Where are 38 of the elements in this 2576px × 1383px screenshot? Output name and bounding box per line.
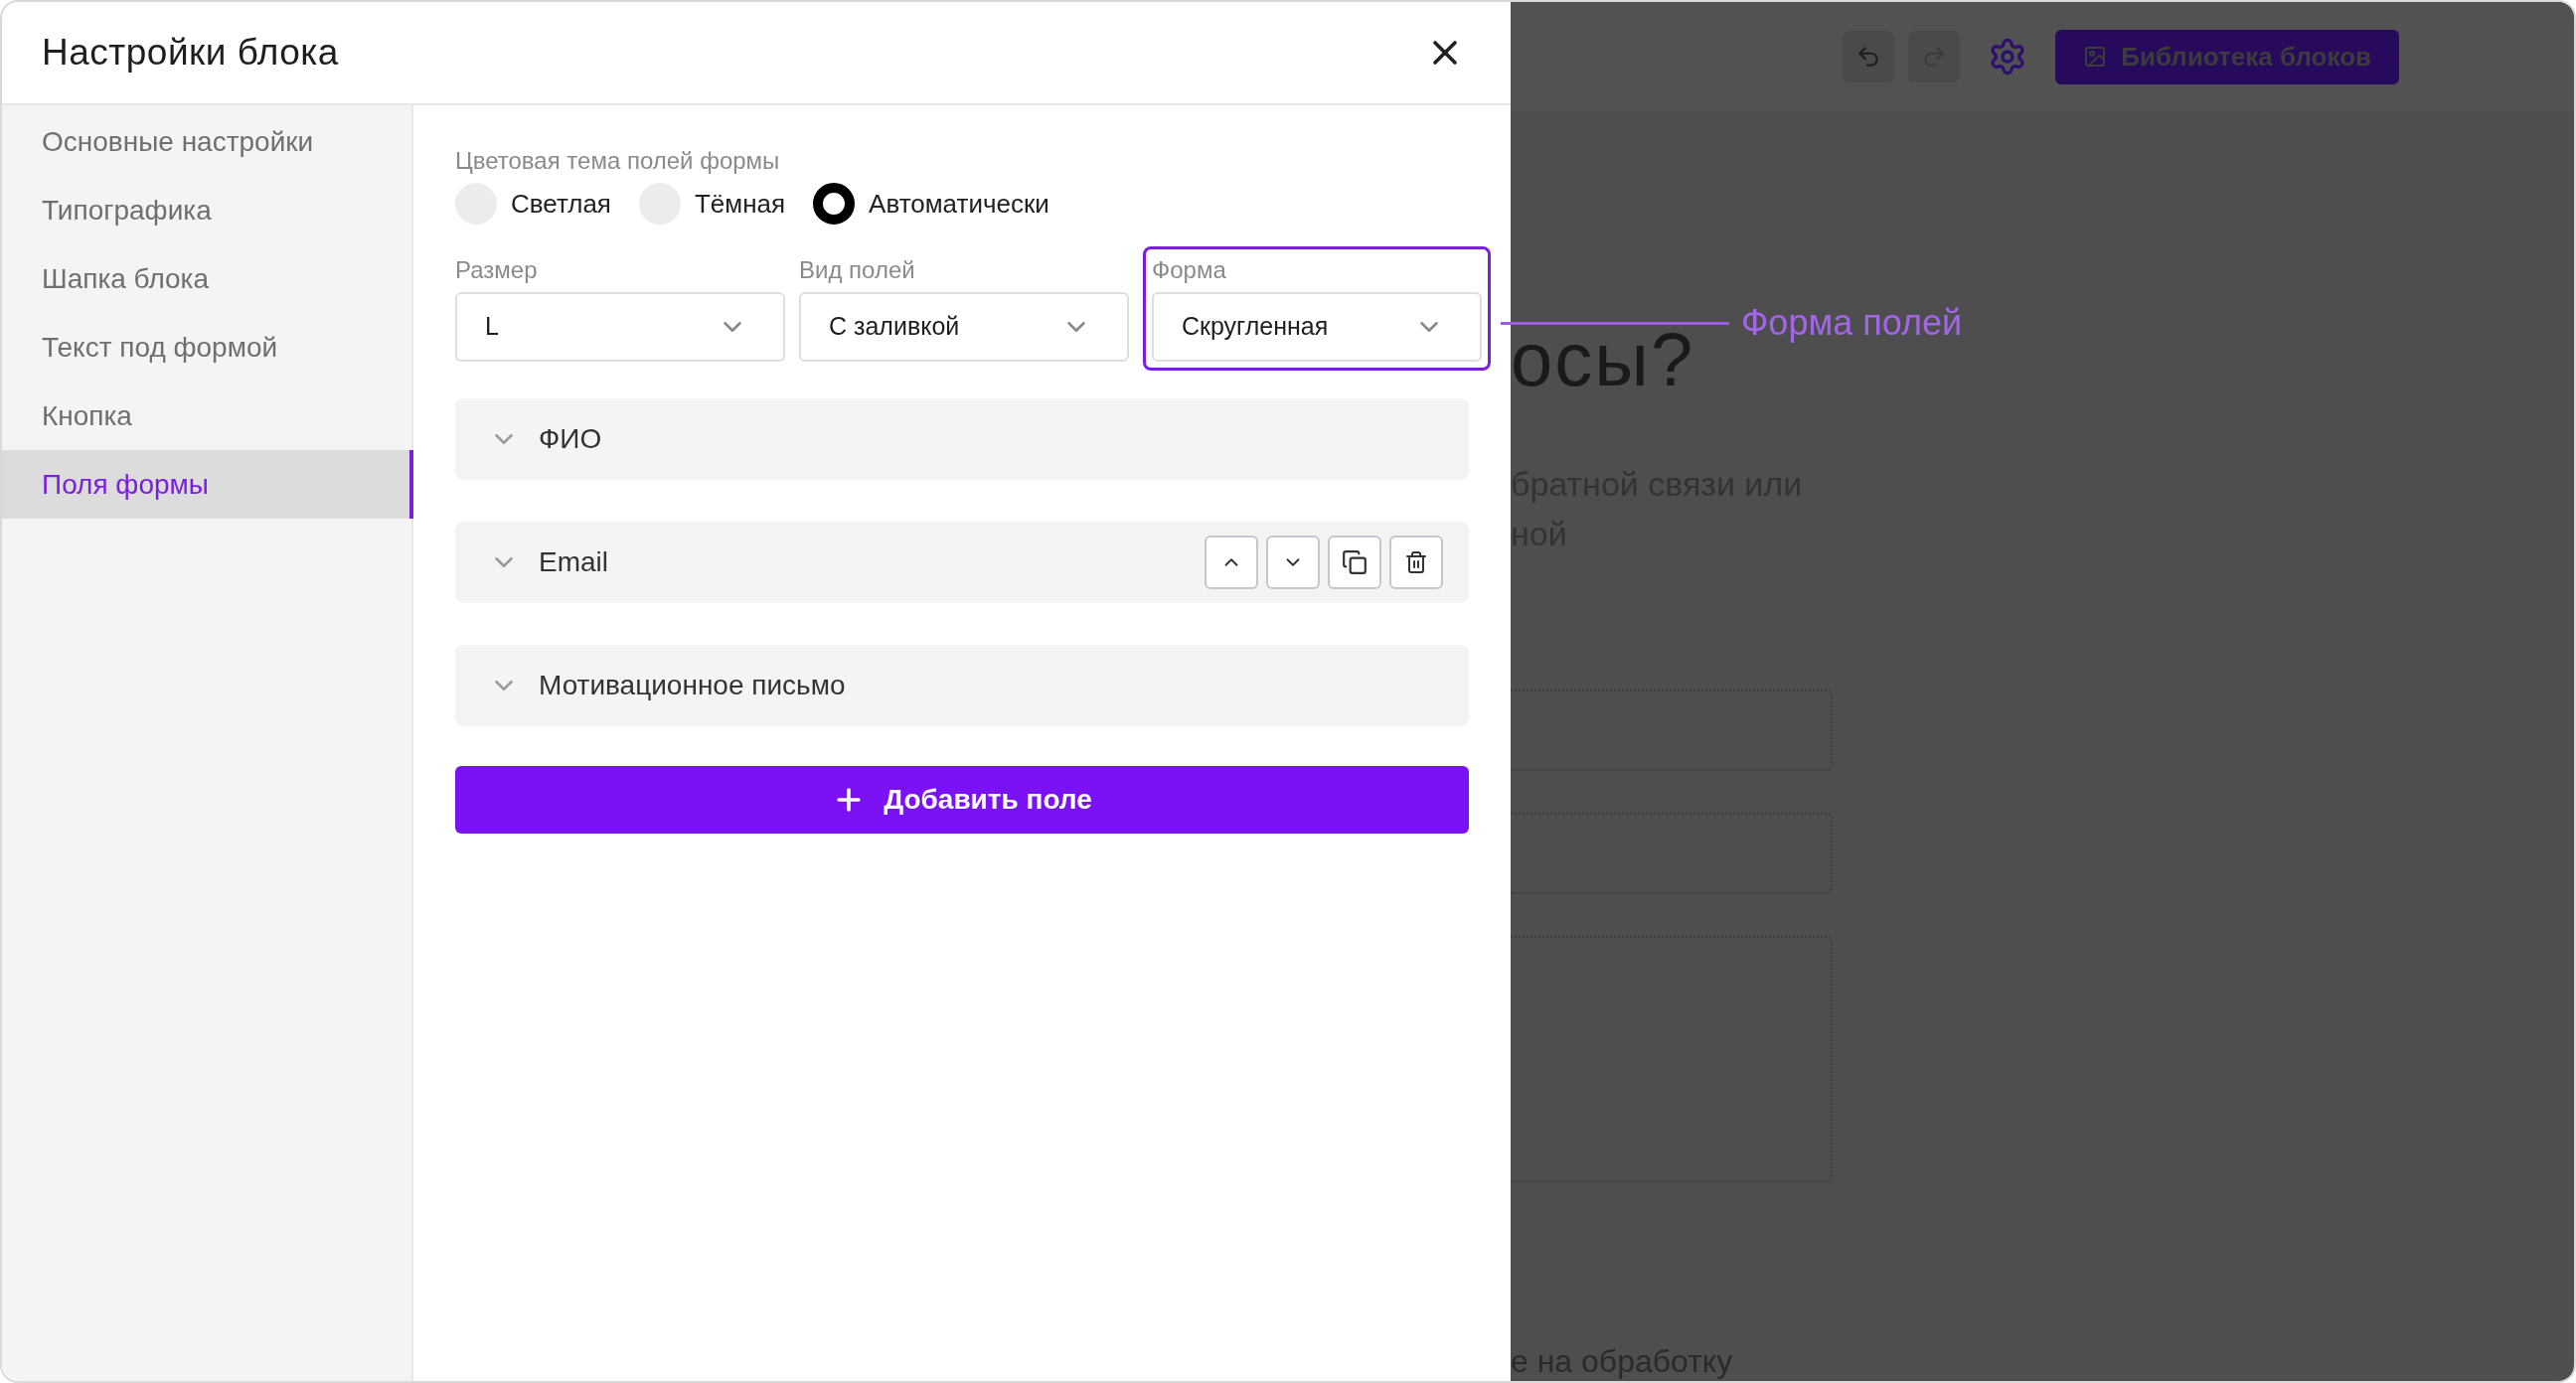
field-name: Email — [539, 545, 609, 579]
section-label: Цветовая тема полей формы — [455, 146, 781, 176]
copy-icon — [1342, 549, 1368, 575]
radio-label: Тёмная — [694, 187, 786, 221]
move-down-button[interactable] — [1266, 536, 1320, 589]
select-label: Форма — [1152, 255, 1227, 285]
field-accordion[interactable]: Мотивационное письмо — [455, 645, 1469, 726]
dialog-title: Настройки блока — [42, 31, 339, 76]
copy-button[interactable] — [1328, 536, 1381, 589]
sidebar-item[interactable]: Типографика — [2, 176, 411, 244]
delete-button[interactable] — [1389, 536, 1443, 589]
radio-option[interactable]: Тёмная — [638, 183, 786, 225]
sidebar-item[interactable]: Поля формы — [2, 450, 413, 519]
select-label: Размер — [455, 255, 539, 285]
radio-label: Светлая — [511, 187, 611, 221]
move-up-button[interactable] — [1205, 536, 1258, 589]
sidebar-item[interactable]: Текст под формой — [2, 313, 411, 382]
image-icon — [2083, 45, 2108, 69]
dropdown-select[interactable]: L — [455, 292, 785, 362]
field-accordion[interactable]: Email — [455, 522, 1469, 603]
radio-button[interactable] — [813, 183, 856, 225]
radio-option[interactable]: Светлая — [455, 183, 611, 225]
sidebar-item[interactable]: Основные настройки — [2, 107, 411, 176]
annotation-label: Форма полей — [1741, 301, 1963, 345]
select-label: Вид полей — [799, 255, 916, 285]
undo-button[interactable] — [1843, 31, 1895, 82]
redo-button[interactable] — [1908, 31, 1961, 82]
radio-label: Автоматически — [869, 187, 1049, 221]
sidebar-item[interactable]: Кнопка — [2, 382, 411, 450]
dropdown-select[interactable]: Скругленная — [1152, 292, 1482, 362]
add-field-button[interactable]: Добавить поле — [455, 766, 1469, 834]
radio-option[interactable]: Автоматически — [813, 183, 1049, 225]
sidebar-item[interactable]: Шапка блока — [2, 244, 411, 313]
field-name: Мотивационное письмо — [539, 669, 847, 702]
field-name: ФИО — [539, 422, 603, 456]
field-accordion[interactable]: ФИО — [455, 398, 1469, 480]
trash-icon — [1404, 550, 1428, 574]
dropdown-select[interactable]: С заливкой — [799, 292, 1129, 362]
